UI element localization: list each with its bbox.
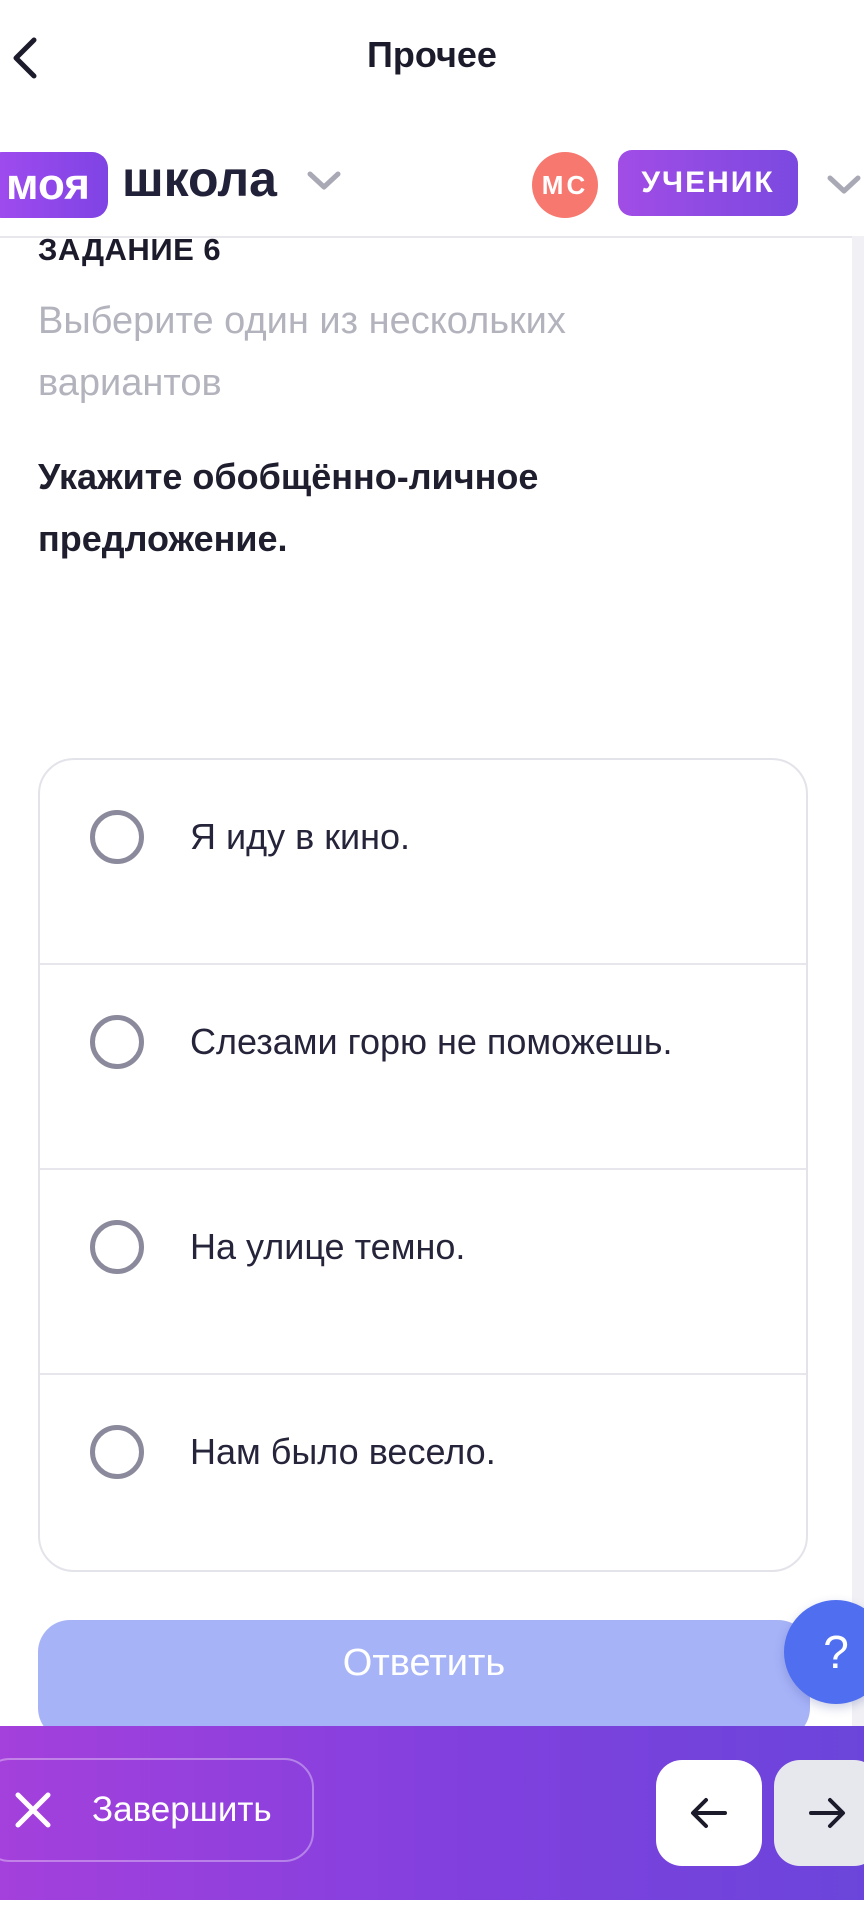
bottom-action-bar: Завершить <box>0 1726 864 1900</box>
role-badge[interactable]: УЧЕНИК <box>618 150 798 216</box>
arrow-right-icon <box>809 1798 845 1828</box>
close-icon <box>15 1792 51 1828</box>
avatar[interactable]: МС <box>532 152 598 218</box>
chevron-down-icon[interactable] <box>306 170 342 192</box>
bottom-safe-area <box>0 1900 864 1920</box>
chevron-down-icon[interactable] <box>826 174 862 196</box>
radio-button[interactable] <box>90 1425 144 1479</box>
finish-label: Завершить <box>92 1790 272 1829</box>
previous-task-button[interactable] <box>656 1760 762 1866</box>
radio-button[interactable] <box>90 1220 144 1274</box>
answer-options: Я иду в кино. Слезами горю не поможешь. … <box>38 758 808 1572</box>
submit-button[interactable]: Ответить <box>38 1620 810 1740</box>
answer-option[interactable]: На улице темно. <box>40 1170 806 1375</box>
answer-option[interactable]: Слезами горю не поможешь. <box>40 965 806 1170</box>
radio-button[interactable] <box>90 1015 144 1069</box>
answer-option[interactable]: Я иду в кино. <box>40 760 806 965</box>
task-number: ЗАДАНИЕ 6 <box>38 232 222 267</box>
answer-option-label: Я иду в кино. <box>190 816 411 857</box>
scrollbar-track[interactable] <box>852 236 864 1726</box>
arrow-left-icon <box>691 1798 727 1828</box>
next-task-button[interactable] <box>774 1760 864 1866</box>
finish-button[interactable]: Завершить <box>0 1758 314 1862</box>
answer-option-label: Слезами горю не поможешь. <box>190 1021 673 1062</box>
logo-badge: моя <box>0 152 108 218</box>
page-title: Прочее <box>367 34 497 75</box>
question-mark-icon: ? <box>823 1626 849 1678</box>
answer-option[interactable]: Нам было весело. <box>40 1375 806 1570</box>
logo-word: школа <box>122 151 277 207</box>
radio-button[interactable] <box>90 810 144 864</box>
task-hint: Выберите один из нескольких вариантов <box>38 300 566 404</box>
app-header: моя школа МС УЧЕНИК <box>0 120 864 238</box>
answer-option-label: Нам было весело. <box>190 1431 496 1472</box>
answer-option-label: На улице темно. <box>190 1226 466 1267</box>
question-text: Укажите обобщённо-личное предложение. <box>38 456 539 559</box>
